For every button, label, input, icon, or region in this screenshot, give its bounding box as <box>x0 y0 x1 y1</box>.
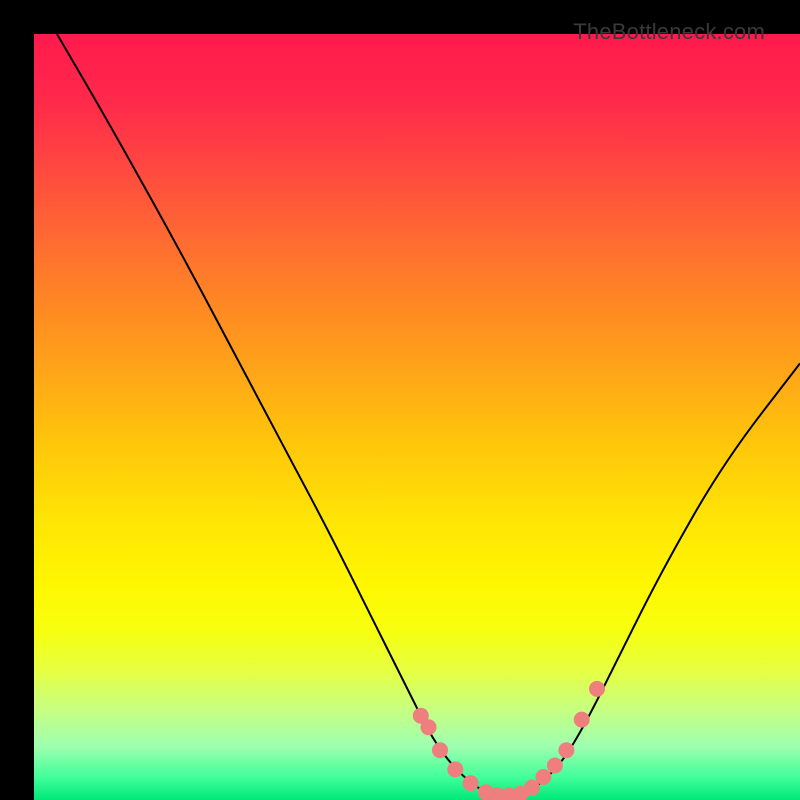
marker-dot <box>447 761 463 777</box>
marker-dot <box>574 712 590 728</box>
marker-dot <box>589 681 605 697</box>
marker-dot <box>547 758 563 774</box>
marker-dot <box>432 742 448 758</box>
marker-dot <box>421 719 437 735</box>
marker-dot <box>558 742 574 758</box>
marker-dot <box>535 769 551 785</box>
bottleneck-curve <box>57 34 800 796</box>
marker-dot <box>463 775 479 791</box>
chart-svg <box>34 34 800 800</box>
brand-watermark: TheBottleneck.com <box>573 19 765 45</box>
